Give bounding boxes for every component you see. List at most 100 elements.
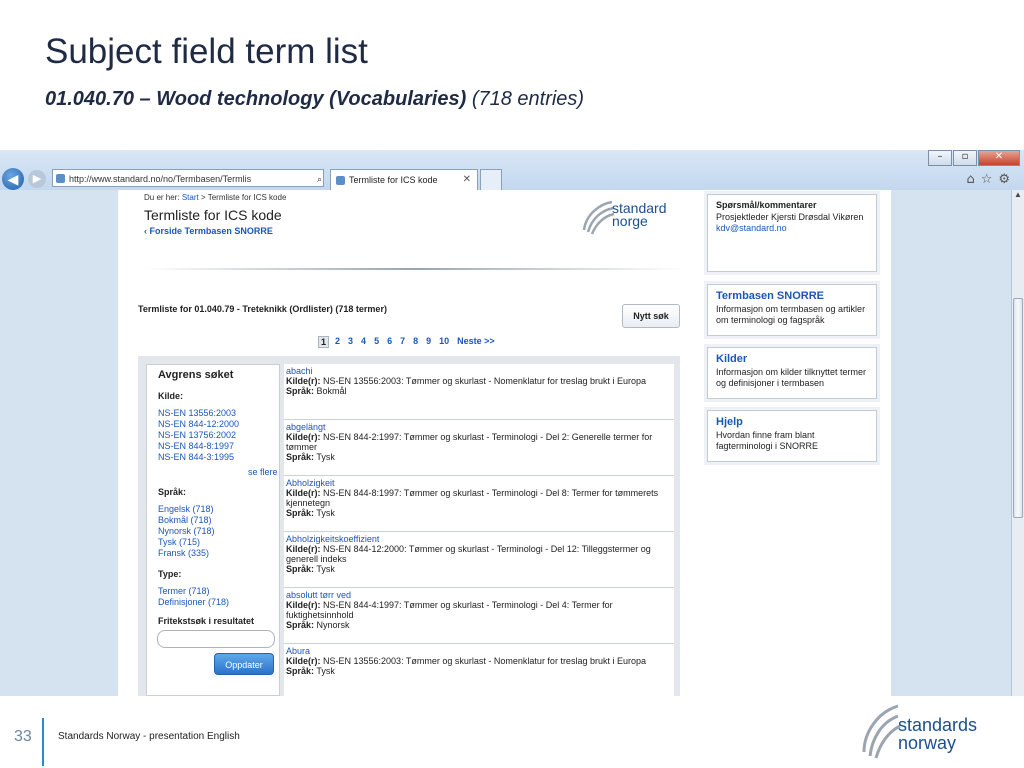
source-filter-link[interactable]: NS-EN 13756:2002 — [158, 430, 239, 441]
entry-language: Språk: Nynorsk — [286, 620, 671, 630]
language-label: Språk: — [286, 508, 315, 518]
tab-termliste[interactable]: Termliste for ICS kode ✕ — [330, 169, 478, 190]
entry-source: Kilde(r): NS-EN 13556:2003: Tømmer og sk… — [286, 656, 671, 666]
new-search-button[interactable]: Nytt søk — [622, 304, 680, 328]
term-entries-list: abachi Kilde(r): NS-EN 13556:2003: Tømme… — [284, 364, 674, 696]
source-text: NS-EN 844-4:1997: Tømmer og skurlast - T… — [286, 600, 613, 620]
language-value: Bokmål — [316, 386, 347, 396]
entry-language: Språk: Tysk — [286, 666, 671, 676]
tab-label: Termliste for ICS kode — [349, 175, 438, 185]
language-label: Språk: — [286, 666, 315, 676]
page-link[interactable]: 8 — [413, 336, 418, 348]
language-value: Tysk — [316, 666, 335, 676]
page-link[interactable]: 6 — [387, 336, 392, 348]
browser-window: – ▫ ✕ ◀ ▶ http://www.standard.no/no/Term… — [0, 150, 1024, 696]
contact-email-link[interactable]: kdv@standard.no — [716, 223, 868, 234]
term-link[interactable]: Abholzigkeit — [286, 478, 671, 488]
page-link[interactable]: 3 — [348, 336, 353, 348]
language-filter-link[interactable]: Nynorsk (718) — [158, 526, 215, 537]
page-link[interactable]: 7 — [400, 336, 405, 348]
address-bar[interactable]: http://www.standard.no/no/Termbasen/Term… — [52, 169, 324, 187]
minimize-button[interactable]: – — [928, 150, 952, 166]
slide-title: Subject field term list — [45, 32, 368, 71]
slide-subtitle: 01.040.70 – Wood technology (Vocabularie… — [45, 88, 584, 111]
close-window-button[interactable]: ✕ — [978, 150, 1020, 166]
language-filter-link[interactable]: Fransk (335) — [158, 548, 215, 559]
source-filter-link[interactable]: NS-EN 13556:2003 — [158, 408, 239, 419]
new-tab-button[interactable] — [480, 169, 502, 191]
maximize-button[interactable]: ▫ — [953, 150, 977, 166]
list-item: absolutt tørr ved Kilde(r): NS-EN 844-4:… — [284, 588, 674, 644]
entry-language: Språk: Tysk — [286, 508, 671, 518]
term-link[interactable]: Abholzigkeitskoeffizient — [286, 534, 671, 544]
term-link[interactable]: Abura — [286, 646, 671, 656]
subtitle-entry-count: (718 entries) — [471, 88, 585, 110]
sources-panel-body: Informasjon om kilder tilknyttet termer … — [716, 367, 867, 388]
source-label: Kilde(r): — [286, 488, 321, 498]
snorre-home-link[interactable]: ‹ Forside Termbasen SNORRE — [144, 226, 273, 236]
entry-language: Språk: Tysk — [286, 452, 671, 462]
help-panel-title[interactable]: Hjelp — [716, 416, 868, 428]
contact-panel-body: Prosjektleder Kjersti Drøsdal Vikøren kd… — [716, 212, 868, 234]
source-filter-link[interactable]: NS-EN 844-8:1997 — [158, 441, 239, 452]
source-filter-link[interactable]: NS-EN 844-12:2000 — [158, 419, 239, 430]
type-filter-link[interactable]: Definisjoner (718) — [158, 597, 229, 608]
page-link[interactable]: 10 — [439, 336, 449, 348]
contact-panel-title: Spørsmål/kommentarer — [716, 200, 817, 210]
address-bar-icons[interactable]: ⌕ ▾ ⊠ ↻ ✕ — [315, 170, 323, 186]
page-title: Termliste for ICS kode — [144, 207, 282, 223]
type-filter-link[interactable]: Termer (718) — [158, 586, 229, 597]
sources-panel-title[interactable]: Kilder — [716, 353, 868, 365]
breadcrumb-start-link[interactable]: Start — [182, 193, 199, 202]
language-filter-link[interactable]: Bokmål (718) — [158, 515, 215, 526]
source-text: NS-EN 13556:2003: Tømmer og skurlast - N… — [323, 376, 646, 386]
entry-source: Kilde(r): NS-EN 844-12:2000: Tømmer og s… — [286, 544, 671, 564]
source-text: NS-EN 844-2:1997: Tømmer og skurlast - T… — [286, 432, 653, 452]
page-link[interactable]: 4 — [361, 336, 366, 348]
page-link[interactable]: 2 — [335, 336, 340, 348]
term-link[interactable]: abgelängt — [286, 422, 671, 432]
pagination: 1 2 3 4 5 6 7 8 9 10 Neste >> — [318, 336, 503, 348]
term-link[interactable]: absolutt tørr ved — [286, 590, 671, 600]
footer-logo-line1: standards — [898, 715, 978, 735]
list-item: Abura Kilde(r): NS-EN 13556:2003: Tømmer… — [284, 644, 674, 696]
language-filter-link[interactable]: Engelsk (718) — [158, 504, 215, 515]
refine-search-panel: Avgrens søket Kilde: NS-EN 13556:2003 NS… — [146, 364, 280, 696]
breadcrumb-prefix: Du er her: — [144, 193, 180, 202]
help-panel-body: Hvordan finne fram blant fagterminologi … — [716, 430, 819, 451]
footer-divider — [42, 718, 44, 766]
source-label: Kilde(r): — [286, 544, 321, 554]
source-filter-label: Kilde: — [158, 391, 184, 401]
language-label: Språk: — [286, 620, 315, 630]
forward-arrow-icon[interactable]: ▶ — [28, 170, 46, 188]
snorre-panel-title[interactable]: Termbasen SNORRE — [716, 290, 868, 302]
term-link[interactable]: abachi — [286, 366, 671, 376]
scrollbar-thumb[interactable] — [1013, 298, 1023, 518]
language-label: Språk: — [286, 386, 315, 396]
next-page-link[interactable]: Neste >> — [457, 336, 495, 348]
list-item: abgelängt Kilde(r): NS-EN 844-2:1997: Tø… — [284, 420, 674, 476]
tab-close-icon[interactable]: ✕ — [463, 170, 471, 190]
page-link[interactable]: 5 — [374, 336, 379, 348]
update-button[interactable]: Oppdater — [214, 653, 274, 675]
standards-norway-logo-text: standards norway — [898, 716, 977, 752]
list-item: abachi Kilde(r): NS-EN 13556:2003: Tømme… — [284, 364, 674, 420]
language-value: Tysk — [316, 564, 335, 574]
page-link[interactable]: 9 — [426, 336, 431, 348]
language-filter-link[interactable]: Tysk (715) — [158, 537, 215, 548]
scroll-up-icon[interactable]: ▲ — [1012, 190, 1024, 202]
back-arrow-icon[interactable]: ◀ — [2, 168, 24, 190]
freetext-search-input[interactable] — [157, 630, 275, 648]
source-filter-link[interactable]: NS-EN 844-3:1995 — [158, 452, 239, 463]
snorre-panel[interactable]: Termbasen SNORRE Informasjon om termbase… — [707, 284, 877, 336]
window-controls: – ▫ ✕ — [927, 150, 1020, 166]
address-url: http://www.standard.no/no/Termbasen/Term… — [69, 174, 252, 184]
breadcrumb: Du er her: Start > Termliste for ICS kod… — [144, 193, 286, 202]
toolbar-icons[interactable]: ⌂☆⚙ — [966, 172, 1016, 187]
see-more-sources-link[interactable]: se flere — [248, 467, 278, 477]
sources-panel[interactable]: Kilder Informasjon om kilder tilknyttet … — [707, 347, 877, 399]
divider — [144, 268, 684, 270]
page-link-current[interactable]: 1 — [318, 336, 330, 348]
help-panel[interactable]: Hjelp Hvordan finne fram blant fagtermin… — [707, 410, 877, 462]
results-area: Avgrens søket Kilde: NS-EN 13556:2003 NS… — [138, 356, 680, 696]
